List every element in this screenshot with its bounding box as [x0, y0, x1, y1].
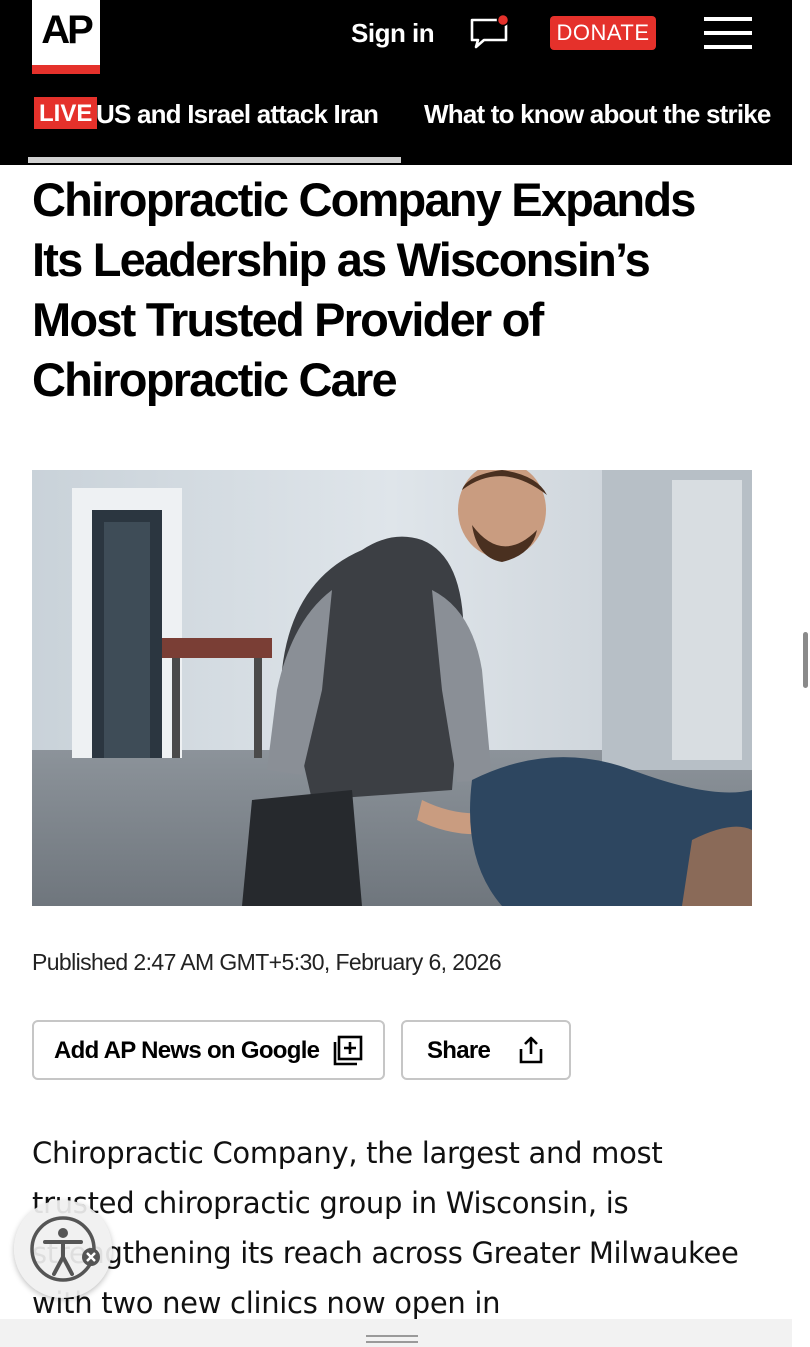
site-header: AP Sign in DONATE LIVE US and Israel att… — [0, 0, 792, 165]
share-label: Share — [427, 1037, 491, 1064]
ticker-item-what-to-know[interactable]: What to know about the strike — [424, 94, 771, 134]
drag-handle-icon[interactable] — [366, 1335, 418, 1345]
logo-text: AP — [41, 8, 94, 52]
published-timestamp: Published 2:47 AM GMT+5:30, February 6, … — [32, 949, 502, 975]
chat-bubble-icon[interactable] — [470, 14, 512, 50]
article-lead-photo — [32, 470, 752, 906]
share-button[interactable]: Share — [401, 1020, 571, 1080]
accessibility-widget-button[interactable] — [14, 1200, 112, 1298]
article-headline: Chiropractic Company Expands Its Leaders… — [32, 173, 696, 406]
scrollbar-thumb[interactable] — [803, 632, 808, 688]
donate-button[interactable]: DONATE — [550, 16, 656, 50]
add-square-icon — [333, 1035, 363, 1066]
share-icon — [519, 1036, 543, 1064]
add-google-label: Add AP News on Google — [54, 1037, 320, 1064]
active-ticker-underline — [28, 157, 401, 163]
sign-in-link[interactable]: Sign in — [351, 16, 435, 50]
logo-red-bar — [32, 65, 100, 74]
article-body-paragraph: Chiropractic Company, the largest and mo… — [32, 1136, 739, 1320]
accessibility-person-icon — [30, 1216, 100, 1282]
breaking-news-ticker: LIVE US and Israel attack Iran What to k… — [32, 94, 792, 134]
add-ap-news-on-google-button[interactable]: Add AP News on Google — [32, 1020, 385, 1080]
hamburger-menu-icon[interactable] — [704, 17, 752, 49]
ticker-item-iran-attack[interactable]: US and Israel attack Iran — [96, 94, 379, 134]
live-badge: LIVE — [34, 97, 98, 129]
ap-logo[interactable]: AP — [32, 0, 100, 74]
